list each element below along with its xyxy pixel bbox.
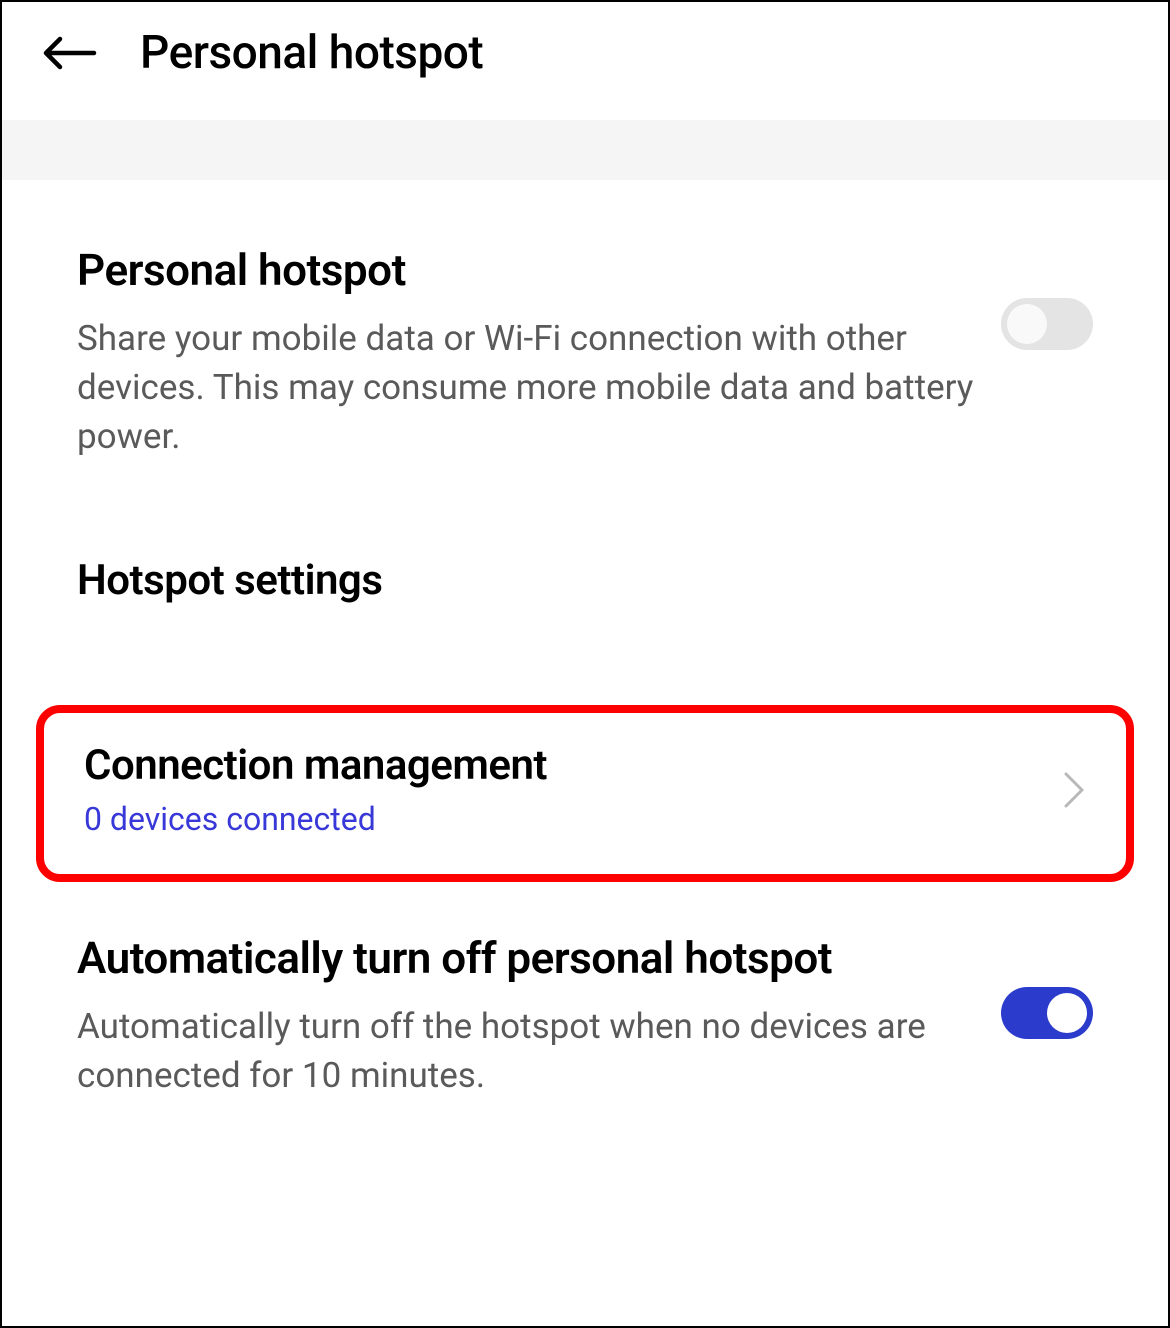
auto-off-row: Automatically turn off personal hotspot … — [2, 912, 1168, 1140]
connection-management-row[interactable]: Connection management 0 devices connecte… — [36, 705, 1134, 882]
toggle-knob — [1047, 993, 1087, 1033]
personal-hotspot-description: Share your mobile data or Wi-Fi connecti… — [77, 314, 977, 461]
connection-management-text: Connection management 0 devices connecte… — [84, 741, 1062, 838]
chevron-right-icon — [1062, 770, 1086, 810]
personal-hotspot-card: Personal hotspot Share your mobile data … — [22, 204, 1148, 501]
personal-hotspot-row: Personal hotspot Share your mobile data … — [77, 244, 1093, 461]
personal-hotspot-title: Personal hotspot — [77, 244, 977, 296]
back-button[interactable] — [42, 35, 98, 71]
toggle-knob — [1007, 304, 1047, 344]
connection-management-status: 0 devices connected — [84, 800, 1062, 838]
auto-off-toggle[interactable] — [1001, 987, 1093, 1039]
page-title: Personal hotspot — [140, 26, 483, 80]
personal-hotspot-text: Personal hotspot Share your mobile data … — [77, 244, 977, 461]
arrow-left-icon — [42, 35, 98, 71]
auto-off-text: Automatically turn off personal hotspot … — [77, 932, 977, 1100]
section-spacer — [2, 120, 1168, 180]
auto-off-title: Automatically turn off personal hotspot — [77, 932, 977, 984]
auto-off-description: Automatically turn off the hotspot when … — [77, 1002, 977, 1100]
header: Personal hotspot — [2, 2, 1168, 120]
hotspot-settings-label: Hotspot settings — [2, 501, 1168, 645]
personal-hotspot-toggle[interactable] — [1001, 298, 1093, 350]
connection-management-title: Connection management — [84, 741, 1062, 790]
